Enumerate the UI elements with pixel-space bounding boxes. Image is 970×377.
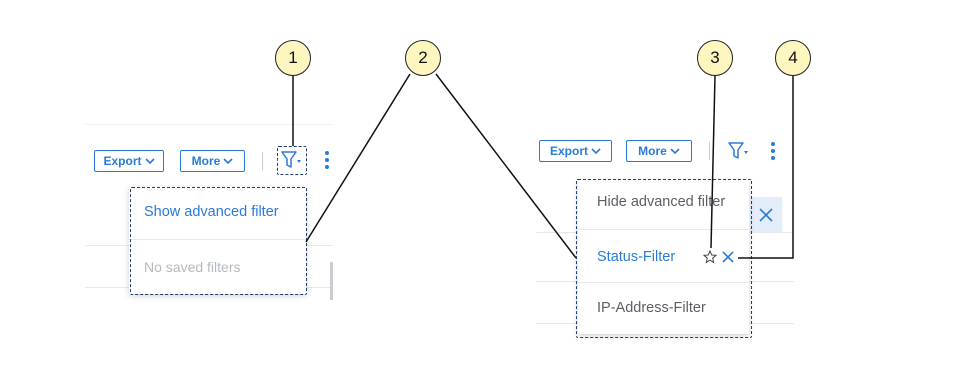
- right-export-button[interactable]: Export: [539, 140, 612, 162]
- left-scrollbar[interactable]: [330, 262, 333, 300]
- clear-filter-button[interactable]: [750, 197, 782, 233]
- ip-address-filter-item[interactable]: IP-Address-Filter: [578, 283, 749, 333]
- right-more-button[interactable]: More: [626, 140, 692, 162]
- left-export-label: Export: [103, 154, 142, 168]
- left-kebab-menu-icon[interactable]: [325, 151, 329, 172]
- right-kebab-menu-icon[interactable]: [771, 142, 775, 163]
- hide-advanced-filter-label: Hide advanced filter: [597, 194, 726, 210]
- callout-2: 2: [405, 40, 441, 76]
- left-more-button[interactable]: More: [180, 150, 245, 172]
- close-icon: [759, 208, 773, 222]
- filter-icon: [728, 142, 748, 159]
- ip-address-filter-label: IP-Address-Filter: [597, 300, 706, 316]
- show-advanced-filter-item[interactable]: Show advanced filter: [129, 187, 306, 240]
- no-saved-filters-label: No saved filters: [144, 259, 241, 275]
- chevron-down-icon: [591, 147, 601, 154]
- chevron-down-icon: [144, 157, 155, 164]
- filter-icon: [281, 151, 301, 168]
- callout-4: 4: [775, 40, 811, 76]
- right-filter-dropdown: Hide advanced filter Status-Filter IP-Ad…: [578, 180, 749, 334]
- right-filter-button[interactable]: [728, 141, 750, 161]
- right-toolbar-divider: [709, 142, 710, 160]
- no-saved-filters-item: No saved filters: [129, 247, 306, 287]
- left-filter-button[interactable]: [281, 150, 303, 170]
- left-more-label: More: [191, 154, 221, 168]
- star-outline-icon[interactable]: [703, 250, 717, 264]
- chevron-down-icon: [670, 147, 680, 154]
- status-filter-label: Status-Filter: [597, 249, 676, 265]
- left-table-border-top: [85, 124, 333, 125]
- show-advanced-filter-label: Show advanced filter: [144, 204, 279, 220]
- left-filter-dropdown: Show advanced filter No saved filters: [129, 187, 306, 294]
- close-icon[interactable]: [721, 250, 735, 264]
- right-more-label: More: [638, 144, 667, 158]
- chevron-down-icon: [223, 157, 233, 164]
- left-toolbar-divider: [262, 152, 263, 170]
- hide-advanced-filter-item[interactable]: Hide advanced filter: [578, 180, 749, 230]
- right-export-label: Export: [549, 144, 588, 158]
- left-export-button[interactable]: Export: [94, 150, 164, 172]
- callout-3: 3: [697, 40, 733, 76]
- status-filter-item[interactable]: Status-Filter: [578, 230, 749, 283]
- callout-1: 1: [275, 40, 311, 76]
